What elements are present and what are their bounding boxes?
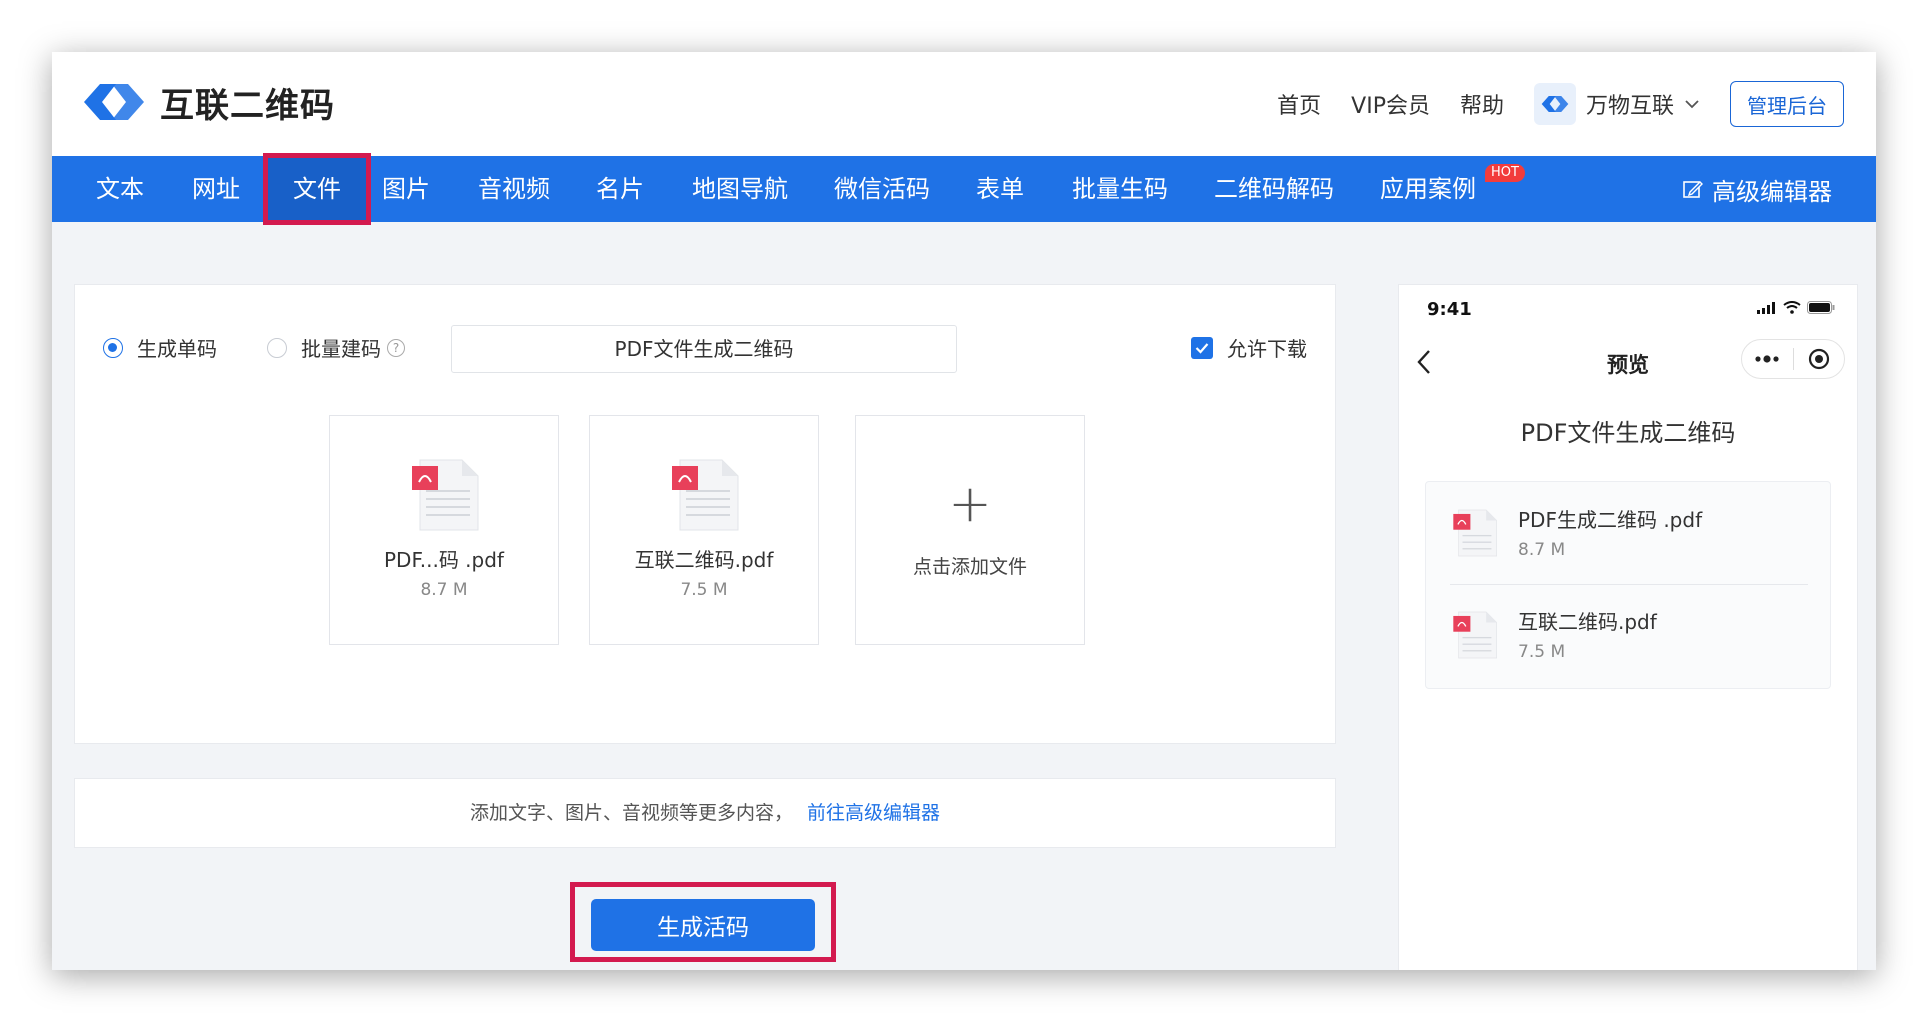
list-item[interactable]: PDF生成二维码 .pdf 8.7 M <box>1426 486 1830 578</box>
file-form-card: 生成单码 批量建码 ? PDF文件生成二维码 允许下载 PDF...码 .pdf <box>74 284 1336 744</box>
add-file-tile[interactable]: + 点击添加文件 <box>855 415 1085 645</box>
tip-text: 添加文字、图片、音视频等更多内容， <box>469 802 793 824</box>
file-size: 8.7 M <box>420 580 468 600</box>
brand-name: 互联二维码 <box>160 85 335 126</box>
logo-icon <box>84 84 144 120</box>
account-name: 万物互联 <box>1585 94 1674 119</box>
tab-audio-video[interactable]: 音视频 <box>478 156 550 222</box>
advanced-editor-label: 高级编辑器 <box>1712 177 1832 206</box>
mini-program-capsule <box>1741 339 1845 379</box>
category-nav: 文本 网址 文件 图片 音视频 名片 地图导航 微信活码 表单 批量生码 二维码… <box>52 153 1876 225</box>
file-tile[interactable]: 互联二维码.pdf 7.5 M <box>589 415 819 645</box>
add-file-label: 点击添加文件 <box>912 556 1027 578</box>
file-tile[interactable]: PDF...码 .pdf 8.7 M <box>329 415 559 645</box>
pdf-file-icon <box>412 459 479 531</box>
app-window: 互联二维码 首页 VIP会员 帮助 万物互联 管理后台 文本 网址 文件 图片 … <box>52 52 1876 970</box>
nav-help-link[interactable]: 帮助 <box>1460 88 1504 120</box>
header: 互联二维码 首页 VIP会员 帮助 万物互联 管理后台 <box>52 52 1876 156</box>
allow-download-label: 允许下载 <box>1227 337 1307 361</box>
goto-advanced-editor-link[interactable]: 前往高级编辑器 <box>807 802 940 824</box>
advanced-tip-bar: 添加文字、图片、音视频等更多内容， 前往高级编辑器 <box>74 778 1336 848</box>
allow-download-checkbox[interactable]: 允许下载 <box>1191 333 1307 362</box>
file-size: 7.5 M <box>680 580 728 600</box>
nav-home-link[interactable]: 首页 <box>1277 88 1321 120</box>
close-target-icon[interactable] <box>1793 340 1844 378</box>
tab-batch-generate[interactable]: 批量生码 <box>1072 156 1168 222</box>
advanced-editor-link[interactable]: 高级编辑器 <box>1682 156 1832 222</box>
wifi-icon <box>1783 301 1801 314</box>
pdf-file-icon <box>672 459 739 531</box>
tab-qr-decode[interactable]: 二维码解码 <box>1214 156 1334 222</box>
file-name: PDF...码 .pdf <box>384 548 504 572</box>
radio-checked-icon <box>103 337 123 358</box>
pdf-file-icon <box>1453 611 1498 659</box>
top-nav: 首页 VIP会员 帮助 万物互联 管理后台 <box>1277 52 1876 156</box>
tab-form[interactable]: 表单 <box>976 156 1024 222</box>
checkbox-checked-icon <box>1191 336 1213 359</box>
mode-batch-radio[interactable]: 批量建码 ? <box>267 333 405 362</box>
mode-batch-label: 批量建码 <box>301 337 381 361</box>
tab-file[interactable]: 文件 <box>263 153 371 225</box>
radio-unchecked-icon <box>267 337 287 358</box>
tab-text[interactable]: 文本 <box>96 156 144 222</box>
list-divider <box>1450 584 1808 585</box>
file-name: 互联二维码.pdf <box>634 548 774 572</box>
generate-code-button[interactable]: 生成活码 <box>591 899 815 951</box>
chevron-down-icon <box>1685 100 1699 109</box>
preview-file-list: PDF生成二维码 .pdf 8.7 M 互联二维码.pdf 7.5 M <box>1425 481 1831 689</box>
plus-icon: + <box>948 474 992 534</box>
more-icon[interactable] <box>1742 340 1793 378</box>
list-file-size: 8.7 M <box>1518 540 1566 560</box>
mobile-preview: 9:41 预览 PDF文件生成二维码 PDF生成二维码 .pdf 8.7 M 互… <box>1398 284 1858 970</box>
list-item[interactable]: 互联二维码.pdf 7.5 M <box>1426 588 1830 680</box>
account-logo-icon <box>1533 83 1576 125</box>
preview-heading: PDF文件生成二维码 <box>1520 419 1736 447</box>
tab-image[interactable]: 图片 <box>382 156 430 222</box>
account-menu[interactable]: 万物互联 <box>1533 83 1700 125</box>
generate-button-highlight: 生成活码 <box>570 882 836 962</box>
signal-icon <box>1757 301 1775 314</box>
tab-business-card[interactable]: 名片 <box>596 156 644 222</box>
list-file-size: 7.5 M <box>1518 642 1566 662</box>
mode-single-radio[interactable]: 生成单码 <box>103 333 217 362</box>
tab-wechat-code[interactable]: 微信活码 <box>834 156 930 222</box>
pdf-file-icon <box>1453 509 1498 557</box>
question-icon[interactable]: ? <box>387 338 405 357</box>
title-input[interactable]: PDF文件生成二维码 <box>451 325 957 373</box>
tab-map-navigation[interactable]: 地图导航 <box>692 156 788 222</box>
edit-icon <box>1683 181 1703 198</box>
logo[interactable]: 互联二维码 <box>78 74 335 130</box>
hot-badge: HOT <box>1485 164 1525 182</box>
battery-icon <box>1807 301 1835 314</box>
list-file-name: PDF生成二维码 .pdf <box>1518 508 1703 532</box>
admin-button[interactable]: 管理后台 <box>1730 81 1844 127</box>
mode-single-label: 生成单码 <box>137 337 217 361</box>
list-file-name: 互联二维码.pdf <box>1518 610 1657 634</box>
tab-use-cases[interactable]: 应用案例 <box>1380 156 1476 222</box>
status-time: 9:41 <box>1427 299 1472 320</box>
status-icons <box>1757 301 1835 314</box>
tab-url[interactable]: 网址 <box>192 156 240 222</box>
nav-vip-link[interactable]: VIP会员 <box>1351 88 1430 120</box>
